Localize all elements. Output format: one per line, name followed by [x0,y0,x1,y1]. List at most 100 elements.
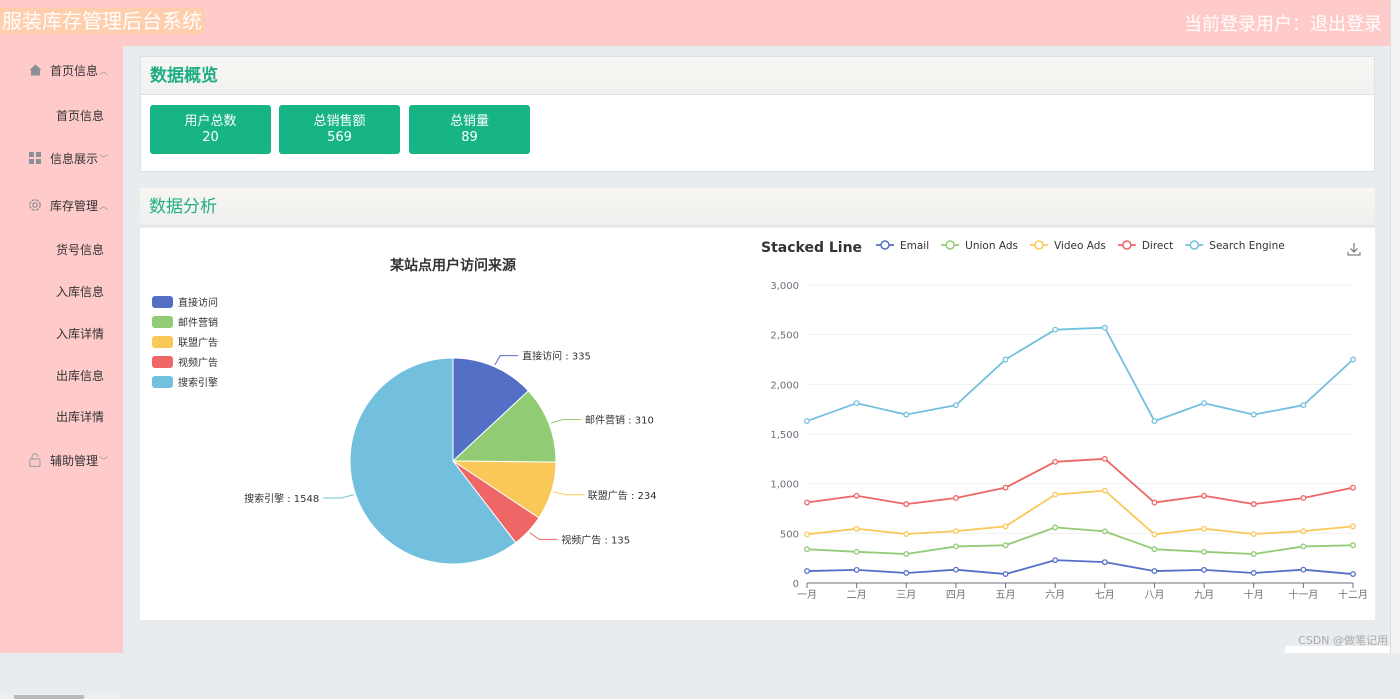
data-point[interactable] [1002,356,1009,363]
legend-label[interactable]: 直接访问 [178,296,218,309]
data-point[interactable] [1201,566,1208,573]
legend-label[interactable]: 搜索引擎 [178,376,218,389]
data-point[interactable] [1101,455,1108,462]
sidebar-item-stock-in-detail[interactable]: 入库详情 [56,325,104,342]
data-point[interactable] [804,546,810,553]
legend-item[interactable]: Search Engine [1185,240,1285,252]
legend-item[interactable]: Email [876,240,929,252]
data-point[interactable] [1300,543,1307,550]
legend-label: Email [900,240,929,252]
data-point[interactable] [1151,499,1158,506]
legend-swatch[interactable] [152,296,173,308]
data-point[interactable] [1151,418,1158,425]
sidebar-item-stock-out-detail[interactable]: 出库详情 [56,408,104,425]
sidebar-item-sku-info[interactable]: 货号信息 [56,241,104,258]
legend-label[interactable]: 视频广告 [178,356,218,369]
data-point[interactable] [903,570,910,576]
data-point[interactable] [1002,542,1009,549]
data-point[interactable] [1002,523,1009,530]
legend-swatch[interactable] [152,316,173,328]
data-point[interactable] [853,492,860,499]
page-scrollbar[interactable] [1390,0,1400,653]
legend-item[interactable]: Direct [1117,240,1173,252]
stat-card-sales-volume[interactable]: 总销量 89 [409,105,530,154]
data-point[interactable] [804,568,810,575]
legend-label[interactable]: 邮件营销 [178,316,218,329]
data-point[interactable] [804,531,810,538]
chevron-up-icon: ︿ [99,201,109,212]
data-point[interactable] [1250,570,1257,576]
data-point[interactable] [1052,458,1059,465]
legend-label[interactable]: 联盟广告 [178,336,218,349]
data-point[interactable] [1101,487,1108,494]
data-point[interactable] [1300,402,1307,409]
sidebar-scrollbar[interactable] [0,694,123,699]
data-point[interactable] [1201,400,1208,407]
home-icon [28,63,42,77]
data-point[interactable] [804,499,810,506]
data-point[interactable] [1300,495,1307,501]
data-point[interactable] [1052,557,1059,564]
data-point[interactable] [1250,501,1257,508]
data-point[interactable] [1250,551,1257,557]
data-point[interactable] [804,418,810,425]
stat-card-user-total[interactable]: 用户总数 20 [150,105,271,154]
data-point[interactable] [1250,411,1257,418]
data-point[interactable] [1201,492,1208,499]
data-point[interactable] [1052,524,1059,531]
data-point[interactable] [1052,491,1059,498]
data-point[interactable] [1300,566,1307,573]
data-point[interactable] [853,548,860,555]
data-point[interactable] [853,400,860,407]
legend-label: Union Ads [965,240,1018,252]
data-point[interactable] [1101,559,1108,566]
sidebar-item-stock-in-info[interactable]: 入库信息 [56,283,104,300]
data-point[interactable] [1350,523,1356,530]
data-point[interactable] [1151,546,1158,553]
data-point[interactable] [1002,571,1009,578]
sidebar-group-auxiliary[interactable]: 辅助管理 ﹀ [0,449,123,471]
legend-swatch[interactable] [152,336,173,348]
legend-item[interactable]: Video Ads [1029,240,1106,252]
data-point[interactable] [1101,324,1108,331]
x-tick-label: 二月 [847,589,867,601]
data-point[interactable] [1250,531,1257,537]
x-tick-label: 三月 [896,589,916,601]
logout-link[interactable]: 退出登录 [1310,14,1382,35]
data-point[interactable] [1350,356,1356,363]
sidebar-item-home-info[interactable]: 首页信息 [56,107,104,124]
data-point[interactable] [1201,548,1208,555]
data-point[interactable] [952,566,959,573]
data-point[interactable] [952,495,959,501]
sidebar-group-home[interactable]: 首页信息 ︿ [0,59,123,81]
data-point[interactable] [1101,528,1108,535]
data-point[interactable] [952,402,959,409]
sidebar-group-inventory[interactable]: 库存管理 ︿ [0,194,123,216]
data-point[interactable] [952,543,959,550]
data-point[interactable] [1201,525,1208,532]
scrollbar-thumb[interactable] [14,695,84,699]
data-point[interactable] [853,525,860,532]
data-point[interactable] [903,531,910,537]
data-point[interactable] [1151,531,1158,538]
data-point[interactable] [903,501,910,508]
legend-item[interactable]: Union Ads [941,240,1018,252]
sidebar-group-info-display[interactable]: 信息展示 ﹀ [0,147,123,169]
data-point[interactable] [903,411,910,418]
legend-swatch[interactable] [152,376,173,388]
data-point[interactable] [853,566,860,573]
data-point[interactable] [1052,326,1059,333]
stat-card-sales-amount[interactable]: 总销售额 569 [279,105,400,154]
data-point[interactable] [1350,484,1356,491]
data-point[interactable] [1350,571,1356,578]
label-line [323,494,354,499]
sidebar-item-stock-out-info[interactable]: 出库信息 [56,367,104,384]
data-point[interactable] [903,551,910,557]
data-point[interactable] [1350,542,1356,549]
legend-swatch[interactable] [152,356,173,368]
data-point[interactable] [1151,568,1158,575]
data-point[interactable] [952,528,959,535]
download-icon[interactable] [1347,243,1361,256]
data-point[interactable] [1002,484,1009,491]
data-point[interactable] [1300,528,1307,535]
